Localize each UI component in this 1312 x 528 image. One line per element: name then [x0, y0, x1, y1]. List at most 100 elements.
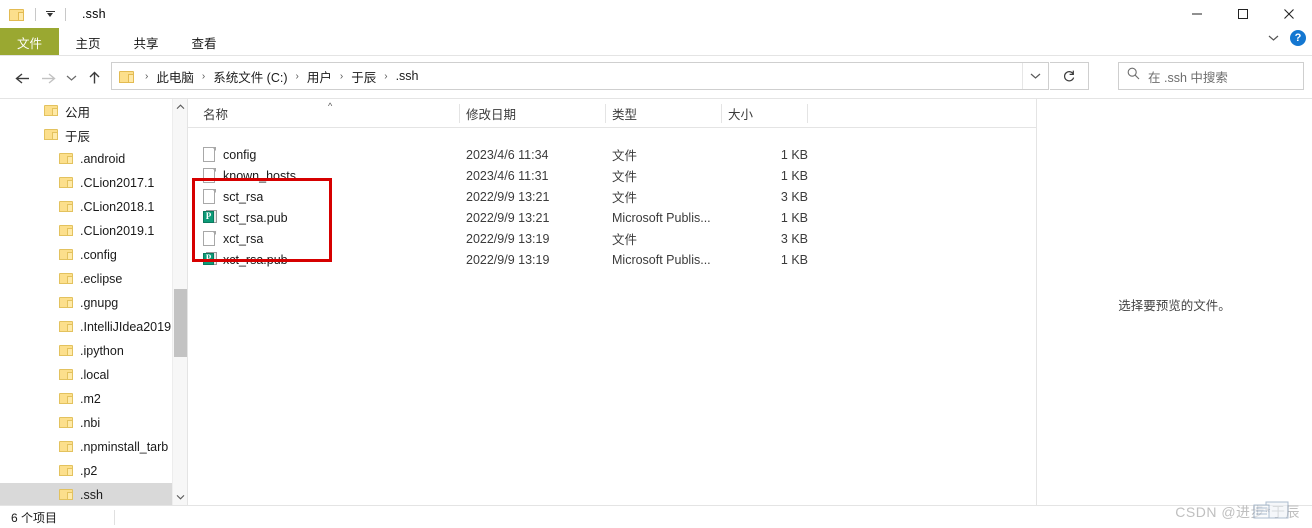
file-date-cell: 2022/9/9 13:19	[466, 231, 550, 246]
tree-item-nbi[interactable]: .nbi	[0, 411, 172, 435]
chevron-down-icon[interactable]	[1266, 31, 1280, 45]
refresh-button[interactable]	[1050, 62, 1089, 90]
address-dropdown-icon[interactable]	[1022, 63, 1048, 89]
folder-icon	[59, 489, 74, 501]
tree-item-label: .CLion2017.1	[80, 176, 155, 190]
table-row[interactable]: config 2023/4/6 11:34 文件 1 KB	[188, 144, 1036, 165]
publisher-file-icon: P	[203, 252, 217, 267]
tree-item-npminstall_tarb[interactable]: .npminstall_tarb	[0, 435, 172, 459]
tree-item-config[interactable]: .config	[0, 243, 172, 267]
tab-home[interactable]: 主页	[59, 28, 117, 56]
tab-share[interactable]: 共享	[117, 28, 175, 56]
breadcrumb-item-ssh[interactable]: .ssh	[395, 69, 420, 83]
maximize-button[interactable]	[1220, 0, 1266, 28]
help-icon[interactable]: ?	[1290, 30, 1306, 46]
column-divider[interactable]	[459, 104, 460, 123]
column-divider[interactable]	[807, 104, 808, 123]
tree-item-intellijidea2019[interactable]: .IntelliJIdea2019	[0, 315, 172, 339]
minimize-button[interactable]	[1174, 0, 1220, 28]
scrollbar-thumb[interactable]	[174, 289, 187, 357]
file-date-cell: 2022/9/9 13:21	[466, 210, 550, 225]
file-name-cell[interactable]: xct_rsa	[203, 228, 263, 249]
quick-access-toolbar: .ssh	[0, 0, 106, 28]
column-header-name[interactable]: 名称	[203, 99, 228, 128]
folder-icon	[59, 465, 74, 477]
tab-file[interactable]: 文件	[0, 28, 59, 56]
table-row[interactable]: Psct_rsa.pub 2022/9/9 13:21 Microsoft Publ…	[188, 207, 1036, 228]
tree-item-clion2017.1[interactable]: .CLion2017.1	[0, 171, 172, 195]
tree-item-clion2019.1[interactable]: .CLion2019.1	[0, 219, 172, 243]
file-name-cell[interactable]: known_hosts	[203, 165, 296, 186]
table-row[interactable]: known_hosts 2023/4/6 11:31 文件 1 KB	[188, 165, 1036, 186]
folder-icon	[9, 8, 25, 21]
folder-icon	[59, 441, 74, 453]
tree-item-ssh[interactable]: .ssh	[0, 483, 172, 505]
file-name-label: known_hosts	[223, 168, 296, 183]
tree-item-p2[interactable]: .p2	[0, 459, 172, 483]
ribbon-divider	[0, 55, 1312, 56]
generic-file-icon	[203, 167, 216, 184]
file-size-cell: 3 KB	[780, 231, 808, 246]
tree-item-clion2018.1[interactable]: .CLion2018.1	[0, 195, 172, 219]
folder-icon	[59, 225, 74, 237]
table-row[interactable]: xct_rsa 2022/9/9 13:19 文件 3 KB	[188, 228, 1036, 249]
tree-item-m2[interactable]: .m2	[0, 387, 172, 411]
folder-icon	[59, 297, 74, 309]
column-divider[interactable]	[605, 104, 606, 123]
back-button[interactable]	[9, 65, 35, 91]
publisher-file-icon: P	[203, 210, 217, 225]
tree-item-local[interactable]: .local	[0, 363, 172, 387]
breadcrumb-item-this-pc[interactable]: 此电脑	[155, 67, 195, 86]
file-size-cell: 1 KB	[780, 252, 808, 267]
table-row[interactable]: Pxct_rsa.pub 2022/9/9 13:19 Microsoft Publ…	[188, 249, 1036, 270]
tree-item-公用[interactable]: 公用	[0, 99, 172, 123]
tree-item-label: .CLion2018.1	[80, 200, 155, 214]
folder-icon	[119, 70, 135, 83]
address-bar[interactable]: › 此电脑 › 系统文件 (C:) › 用户 › 于辰 › .ssh	[111, 62, 1049, 90]
chevron-up-icon[interactable]	[173, 99, 188, 115]
column-header-size[interactable]: 大小	[728, 99, 753, 128]
watermark: CSDN @进步*于辰	[1175, 501, 1300, 522]
folder-icon	[59, 345, 74, 357]
breadcrumb-item-user[interactable]: 于辰	[350, 67, 377, 86]
window-title: .ssh	[82, 7, 106, 21]
breadcrumb-item-users[interactable]: 用户	[306, 67, 333, 86]
file-name-cell[interactable]: Pxct_rsa.pub	[203, 249, 288, 270]
tree-item-ipython[interactable]: .ipython	[0, 339, 172, 363]
tree-item-gnupg[interactable]: .gnupg	[0, 291, 172, 315]
tree-item-于辰[interactable]: 于辰	[0, 123, 172, 147]
breadcrumb-separator: ›	[145, 70, 149, 82]
file-name-cell[interactable]: sct_rsa	[203, 186, 263, 207]
table-row[interactable]: sct_rsa 2022/9/9 13:21 文件 3 KB	[188, 186, 1036, 207]
file-list-pane: 名称 ^ 修改日期 类型 大小 config 2023/4/6 11:34 文件 1 …	[188, 99, 1036, 505]
folder-icon	[59, 177, 74, 189]
tab-view[interactable]: 查看	[175, 28, 233, 56]
file-date-cell: 2022/9/9 13:21	[466, 189, 550, 204]
chevron-down-icon[interactable]	[173, 489, 188, 505]
breadcrumb-item-system-drive[interactable]: 系统文件 (C:)	[212, 67, 288, 86]
up-button[interactable]	[81, 65, 107, 91]
close-button[interactable]	[1266, 0, 1312, 28]
navigation-scrollbar[interactable]	[172, 99, 187, 505]
folder-icon	[59, 393, 74, 405]
recent-locations-button[interactable]	[61, 65, 81, 91]
title-bar: .ssh	[0, 0, 1312, 28]
tree-item-android[interactable]: .android	[0, 147, 172, 171]
file-name-cell[interactable]: Psct_rsa.pub	[203, 207, 288, 228]
folder-icon	[59, 417, 74, 429]
tree-item-label: .CLion2019.1	[80, 224, 155, 238]
file-size-cell: 1 KB	[780, 147, 808, 162]
file-name-cell[interactable]: config	[203, 144, 256, 165]
tree-item-eclipse[interactable]: .eclipse	[0, 267, 172, 291]
column-header-date[interactable]: 修改日期	[466, 99, 516, 128]
forward-button[interactable]	[35, 65, 61, 91]
tree-item-label: .local	[80, 368, 110, 382]
tree-item-label: .m2	[80, 392, 101, 406]
folder-icon	[59, 249, 74, 261]
search-input[interactable]: 在 .ssh 中搜索	[1148, 67, 1228, 86]
tree-item-label: 于辰	[65, 129, 91, 144]
column-header-type[interactable]: 类型	[612, 99, 637, 128]
search-box[interactable]: 在 .ssh 中搜索	[1118, 62, 1304, 90]
customize-quick-access-dropdown-icon[interactable]	[44, 8, 57, 21]
column-divider[interactable]	[721, 104, 722, 123]
